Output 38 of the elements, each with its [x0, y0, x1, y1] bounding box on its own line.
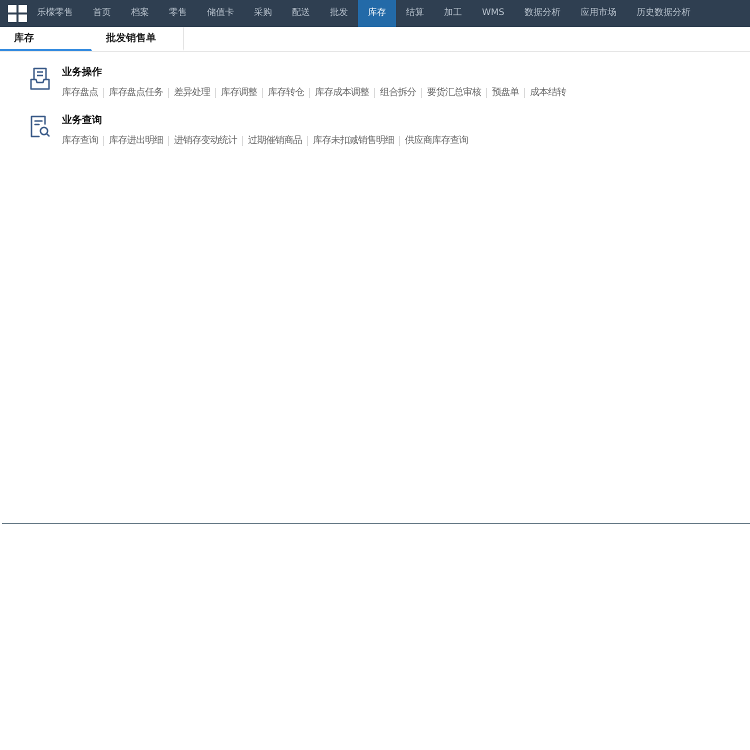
menu-link[interactable]: 库存成本调整 — [310, 86, 374, 100]
document-search-icon — [30, 115, 50, 138]
menu-link[interactable]: 组合拆分 — [375, 86, 421, 100]
nav-tab[interactable]: 首页 — [83, 0, 121, 27]
menu-link[interactable]: 进销存变动统计 — [169, 134, 242, 148]
document-tray-icon — [30, 67, 50, 90]
nav-tab[interactable]: 结算 — [396, 0, 434, 27]
section-title: 业务查询 — [62, 114, 103, 128]
menu-link[interactable]: 库存调整 — [216, 86, 262, 100]
nav-tab[interactable]: 数据分析 — [514, 0, 570, 27]
menu-link[interactable]: 库存转仓 — [263, 86, 309, 100]
nav-tab[interactable]: 储值卡 — [197, 0, 244, 27]
menu-link[interactable]: 要货汇总审核 — [422, 86, 486, 100]
nav-tab[interactable]: 应用市场 — [570, 0, 626, 27]
menu-link[interactable]: 库存未扣减销售明细 — [308, 134, 399, 148]
menu-link[interactable]: 预盘单 — [487, 86, 524, 100]
menu-link[interactable]: 库存查询 — [62, 134, 103, 148]
menu-link[interactable]: 成本结转 — [525, 86, 571, 100]
nav-tab[interactable]: 采购 — [244, 0, 282, 27]
menu-link[interactable]: 库存盘点 — [62, 86, 103, 100]
page-tab[interactable]: 批发销售单 — [92, 27, 184, 51]
nav-tab[interactable]: 历史数据分析 — [626, 0, 700, 27]
grid-icon[interactable] — [8, 5, 27, 22]
nav-tab[interactable]: 库存 — [358, 0, 396, 27]
nav-tab[interactable]: 配送 — [282, 0, 320, 27]
menu-link[interactable]: 库存盘点任务 — [104, 86, 168, 100]
menu-link[interactable]: 供应商库存查询 — [400, 134, 473, 148]
nav-tab[interactable]: 批发 — [320, 0, 358, 27]
nav-tab[interactable]: 零售 — [159, 0, 197, 27]
page-tab[interactable]: 库存 — [0, 27, 92, 51]
nav-tab[interactable]: WMS — [472, 0, 514, 27]
nav-tab[interactable]: 档案 — [121, 0, 159, 27]
nav-tab[interactable]: 乐檬零售 — [27, 0, 83, 27]
menu-link[interactable]: 库存进出明细 — [104, 134, 168, 148]
section-title: 业务操作 — [62, 66, 103, 80]
menu-link[interactable]: 过期催销商品 — [243, 134, 307, 148]
menu-link[interactable]: 差异处理 — [169, 86, 215, 100]
nav-tab[interactable]: 加工 — [434, 0, 472, 27]
